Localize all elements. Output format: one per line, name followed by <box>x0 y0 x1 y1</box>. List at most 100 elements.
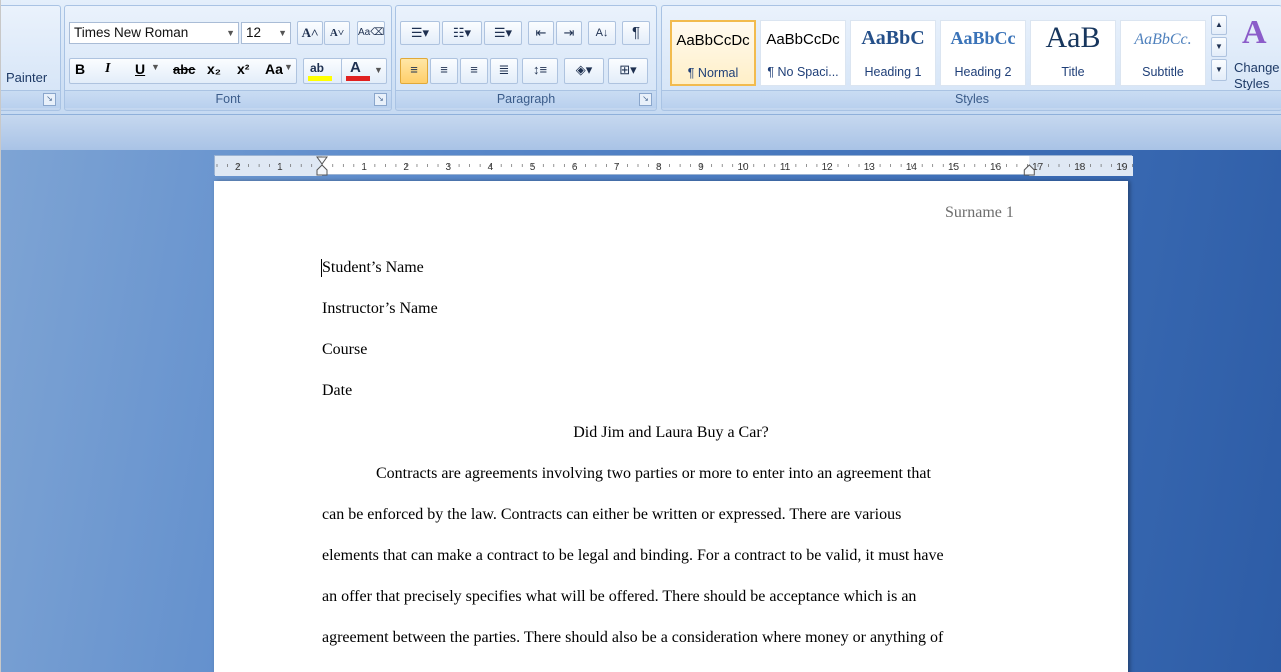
ribbon: Painter ↘ Times New Roman ▼ 12 ▼ A˄ A˅ A… <box>1 0 1281 115</box>
bullets-icon: ☰▾ <box>410 25 430 40</box>
increase-indent-button[interactable]: ⇥ <box>556 21 582 45</box>
underline-button[interactable]: U <box>135 61 145 77</box>
bold-button[interactable]: B <box>75 61 85 77</box>
font-color-button[interactable]: A ▼ <box>341 58 387 84</box>
clipboard-dialog-launcher[interactable]: ↘ <box>43 93 56 106</box>
line-spacing-icon: ↕≡ <box>532 62 548 77</box>
body-line-2: can be enforced by the law. Contracts ca… <box>322 506 902 523</box>
ruler-number: 8 <box>656 162 662 173</box>
ruler-number: 9 <box>698 162 704 173</box>
font-name-value: Times New Roman <box>74 25 189 40</box>
word-window: Painter ↘ Times New Roman ▼ 12 ▼ A˄ A˅ A… <box>0 0 1281 672</box>
gallery-scroll-down[interactable]: ▼ <box>1211 37 1227 57</box>
change-styles-button[interactable]: A Change Styles <box>1232 12 1281 94</box>
font-size-dropdown-icon[interactable]: ▼ <box>278 23 287 43</box>
decrease-indent-icon: ⇤ <box>535 25 547 40</box>
bullets-button[interactable]: ☰▾ <box>400 21 440 45</box>
doc-line-course: Course <box>322 341 368 358</box>
style-normal-sample: AaBbCcDc <box>676 32 750 49</box>
change-styles-label: Change <box>1234 60 1280 75</box>
underline-dropdown-icon[interactable]: ▼ <box>151 62 160 72</box>
format-painter-button[interactable]: Painter <box>6 70 47 85</box>
gallery-more-button[interactable]: ▼ <box>1211 59 1227 81</box>
body-line-5: agreement between the parties. There sho… <box>322 629 944 646</box>
ruler-number: 16 <box>990 162 1002 173</box>
style-subtitle-label: Subtitle <box>1142 65 1184 79</box>
style-title-label: Title <box>1061 65 1085 79</box>
chevron-down-icon: ▼ <box>1215 42 1223 51</box>
align-left-icon: ≡ <box>410 62 418 77</box>
clear-formatting-button[interactable]: Aa⌫ <box>357 21 385 45</box>
font-name-dropdown-icon[interactable]: ▼ <box>226 23 235 43</box>
sort-icon: A↓ <box>595 27 609 39</box>
increase-indent-icon: ⇥ <box>563 25 575 40</box>
font-color-swatch <box>346 76 370 81</box>
style-subtitle[interactable]: AaBbCc. Subtitle <box>1120 20 1206 86</box>
doc-line-date: Date <box>322 382 353 399</box>
change-case-button[interactable]: Aa <box>265 61 283 77</box>
change-styles-icon: A <box>1242 14 1267 51</box>
gallery-scroll-up[interactable]: ▲ <box>1211 15 1227 35</box>
ruler-number: 19 <box>1116 162 1128 173</box>
doc-line-instructor: Instructor’s Name <box>322 300 438 317</box>
ruler-number: 5 <box>530 162 536 173</box>
paragraph-group-label: Paragraph <box>396 90 656 108</box>
shrink-font-button[interactable]: A˅ <box>324 21 350 45</box>
style-normal[interactable]: AaBbCcDc ¶ Normal <box>670 20 756 86</box>
style-heading-1-label: Heading 1 <box>864 65 922 79</box>
style-heading-1[interactable]: AaBbC Heading 1 <box>850 20 936 86</box>
page-header: Surname 1 <box>945 204 1014 221</box>
pilcrow-icon: ¶ <box>631 24 641 41</box>
show-marks-button[interactable]: ¶ <box>622 21 650 45</box>
multilevel-list-icon: ☰▾ <box>493 25 513 40</box>
align-center-button[interactable]: ≡ <box>430 58 458 84</box>
font-dialog-launcher[interactable]: ↘ <box>374 93 387 106</box>
change-case-dropdown-icon[interactable]: ▼ <box>284 62 293 72</box>
ruler-number: 3 <box>446 162 452 173</box>
superscript-button[interactable]: x² <box>237 61 249 77</box>
font-name-combo[interactable]: Times New Roman ▼ <box>69 22 239 44</box>
ruler-number: 11 <box>780 162 791 173</box>
numbering-icon: ☷▾ <box>452 25 472 40</box>
style-heading-2[interactable]: AaBbCc Heading 2 <box>940 20 1026 86</box>
borders-icon: ⊞▾ <box>619 62 637 77</box>
grow-font-button[interactable]: A˄ <box>297 21 323 45</box>
subscript-button[interactable]: x₂ <box>207 61 221 77</box>
style-no-spacing[interactable]: AaBbCcDc ¶ No Spaci... <box>760 20 846 86</box>
style-title[interactable]: AaB Title <box>1030 20 1116 86</box>
horizontal-ruler[interactable]: 2 1 1 2 3 4 5 6 7 8 9 10 11 12 13 14 15 16 17 18 19 <box>214 155 1133 176</box>
grow-font-icon: A <box>301 25 311 40</box>
shading-button[interactable]: ◈▾ <box>564 58 604 84</box>
decrease-indent-button[interactable]: ⇤ <box>528 21 554 45</box>
strikethrough-button[interactable]: abc <box>173 62 195 77</box>
italic-button[interactable]: I <box>105 61 110 77</box>
font-color-dropdown-icon[interactable]: ▼ <box>374 59 383 81</box>
paragraph-dialog-launcher[interactable]: ↘ <box>639 93 652 106</box>
paragraph-group: ☰▾ ☷▾ ☰▾ ⇤ ⇥ A↓ ¶ ≡ ≡ ≡ ≣ ↕≡ ◈▾ ⊞▾ Parag… <box>395 5 657 111</box>
borders-button[interactable]: ⊞▾ <box>608 58 648 84</box>
font-size-value: 12 <box>246 25 262 40</box>
sort-button[interactable]: A↓ <box>588 21 616 45</box>
document-page[interactable]: Surname 1 Student’s Name Instructor’s Na… <box>214 181 1128 672</box>
styles-group: AaBbCcDc ¶ Normal AaBbCcDc ¶ No Spaci...… <box>661 5 1281 111</box>
justify-button[interactable]: ≣ <box>490 58 518 84</box>
paint-bucket-icon: ◈▾ <box>575 62 593 77</box>
ruler-number: 1 <box>361 162 367 173</box>
ruler-number: 7 <box>614 162 620 173</box>
font-group-label: Font <box>65 90 391 108</box>
numbering-button[interactable]: ☷▾ <box>442 21 482 45</box>
ruler-number: 13 <box>864 162 876 173</box>
font-group: Times New Roman ▼ 12 ▼ A˄ A˅ Aa⌫ B I U ▼… <box>64 5 392 111</box>
multilevel-list-button[interactable]: ☰▾ <box>484 21 522 45</box>
ruler-left-margin <box>215 156 322 176</box>
clear-formatting-icon: Aa⌫ <box>358 27 385 38</box>
change-styles-label-2: Styles <box>1234 76 1270 91</box>
align-right-button[interactable]: ≡ <box>460 58 488 84</box>
style-normal-label: ¶ Normal <box>687 66 739 80</box>
line-spacing-button[interactable]: ↕≡ <box>522 58 558 84</box>
align-left-button[interactable]: ≡ <box>400 58 428 84</box>
style-no-spacing-sample: AaBbCcDc <box>766 31 840 48</box>
align-center-icon: ≡ <box>440 62 448 77</box>
more-icon: ▼ <box>1215 65 1223 74</box>
font-size-combo[interactable]: 12 ▼ <box>241 22 291 44</box>
